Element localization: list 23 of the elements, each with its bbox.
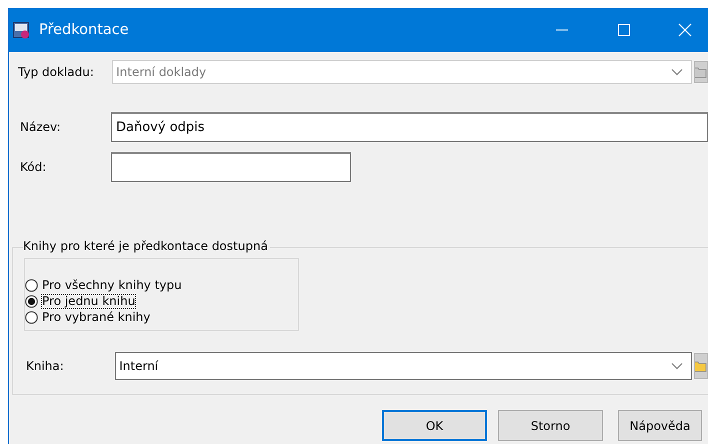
radio-icon[interactable] [25, 278, 38, 292]
field-label: Typ dokladu: [18, 65, 95, 79]
dialog-button[interactable]: Nápověda [618, 410, 702, 441]
text-field[interactable] [111, 152, 351, 182]
dropdown-caret-icon[interactable] [671, 362, 684, 370]
dialog-button[interactable]: OK [382, 410, 487, 441]
app-icon [13, 22, 30, 38]
maximize-icon[interactable] [618, 24, 630, 36]
group-title: Knihy pro které je předkontace dostupná [23, 239, 270, 253]
dropdown-field: Interní doklady [112, 60, 692, 84]
radio-icon[interactable] [25, 294, 38, 308]
radio-option[interactable]: Pro všechny knihy typu [25, 277, 183, 293]
close-icon[interactable] [678, 23, 692, 37]
field-label: Kód: [20, 160, 48, 174]
window-title: Předkontace [39, 22, 129, 38]
radio-option[interactable]: Pro vybrané knihy [25, 309, 152, 325]
field-label: Název: [20, 120, 62, 134]
dialog-button[interactable]: Storno [498, 410, 603, 441]
text-field[interactable]: Daňový odpis [111, 112, 708, 142]
dropdown-field[interactable]: Interní [115, 352, 692, 380]
radio-icon[interactable] [25, 310, 38, 324]
minimize-icon[interactable] [556, 29, 568, 31]
field-label: Kniha: [26, 359, 65, 373]
